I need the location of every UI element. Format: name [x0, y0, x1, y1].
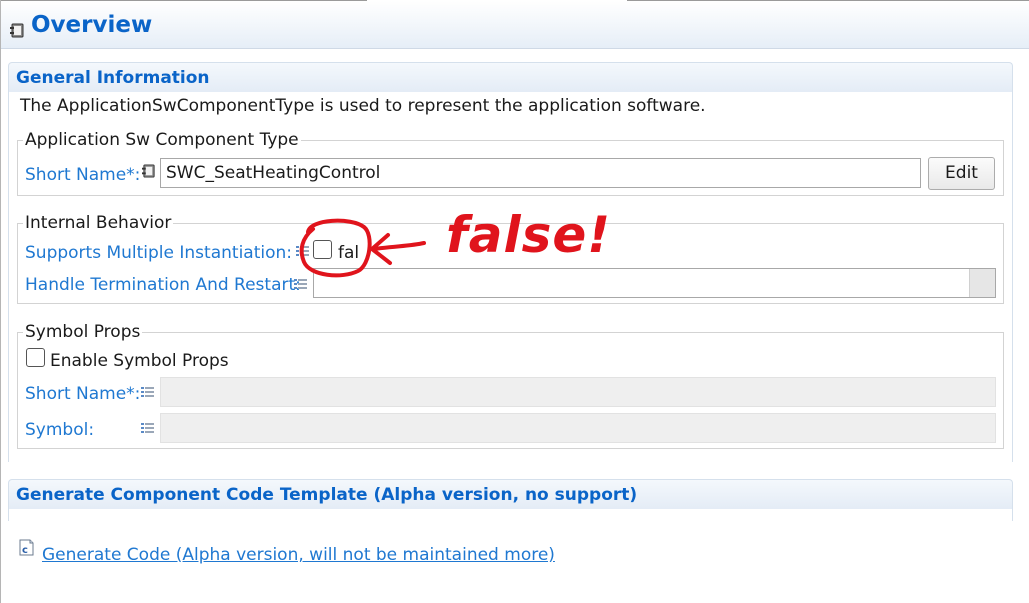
symbol-short-name-label: Short Name*: — [25, 384, 141, 404]
component-icon — [10, 23, 24, 38]
combo-dropdown-button[interactable] — [969, 269, 995, 297]
general-information-title: General Information — [16, 68, 210, 88]
general-information-section-header[interactable]: General Information — [8, 62, 1013, 92]
annotation-arrow — [370, 233, 426, 265]
c-file-icon: c — [19, 539, 34, 556]
page-title: Overview — [31, 12, 153, 38]
generate-code-link[interactable]: Generate Code (Alpha version, will not b… — [42, 545, 555, 565]
short-name-input[interactable]: SWC_SeatHeatingControl — [160, 158, 921, 188]
left-border — [0, 0, 1, 603]
property-list-icon — [141, 387, 154, 397]
enable-symbol-props-checkbox[interactable] — [26, 348, 45, 367]
symbol-input[interactable] — [160, 413, 996, 443]
handle-termination-label: Handle Termination And Restart: — [25, 275, 301, 295]
generate-code-section-header[interactable]: Generate Component Code Template (Alpha … — [8, 479, 1013, 509]
component-icon — [142, 164, 155, 178]
overview-header: Overview — [1, 1, 1029, 49]
section-description: The ApplicationSwComponentType is used t… — [20, 96, 706, 116]
annotation-text: false! — [446, 206, 612, 264]
enable-symbol-props-label[interactable]: Enable Symbol Props — [50, 351, 229, 371]
symbol-short-name-input[interactable] — [160, 377, 996, 407]
group-legend: Symbol Props — [25, 322, 141, 342]
annotation-circle — [299, 218, 372, 278]
property-list-icon — [141, 423, 154, 433]
svg-text:c: c — [22, 545, 28, 556]
generate-code-section-body — [8, 509, 1013, 521]
group-legend: Application Sw Component Type — [25, 130, 299, 150]
generate-code-section-title: Generate Component Code Template (Alpha … — [16, 485, 638, 505]
group-legend: Internal Behavior — [25, 213, 172, 233]
symbol-label: Symbol: — [25, 420, 95, 440]
short-name-label: Short Name*: — [25, 165, 141, 185]
supports-multiple-instantiation-label: Supports Multiple Instantiation: — [25, 243, 292, 263]
edit-button[interactable]: Edit — [928, 157, 995, 190]
